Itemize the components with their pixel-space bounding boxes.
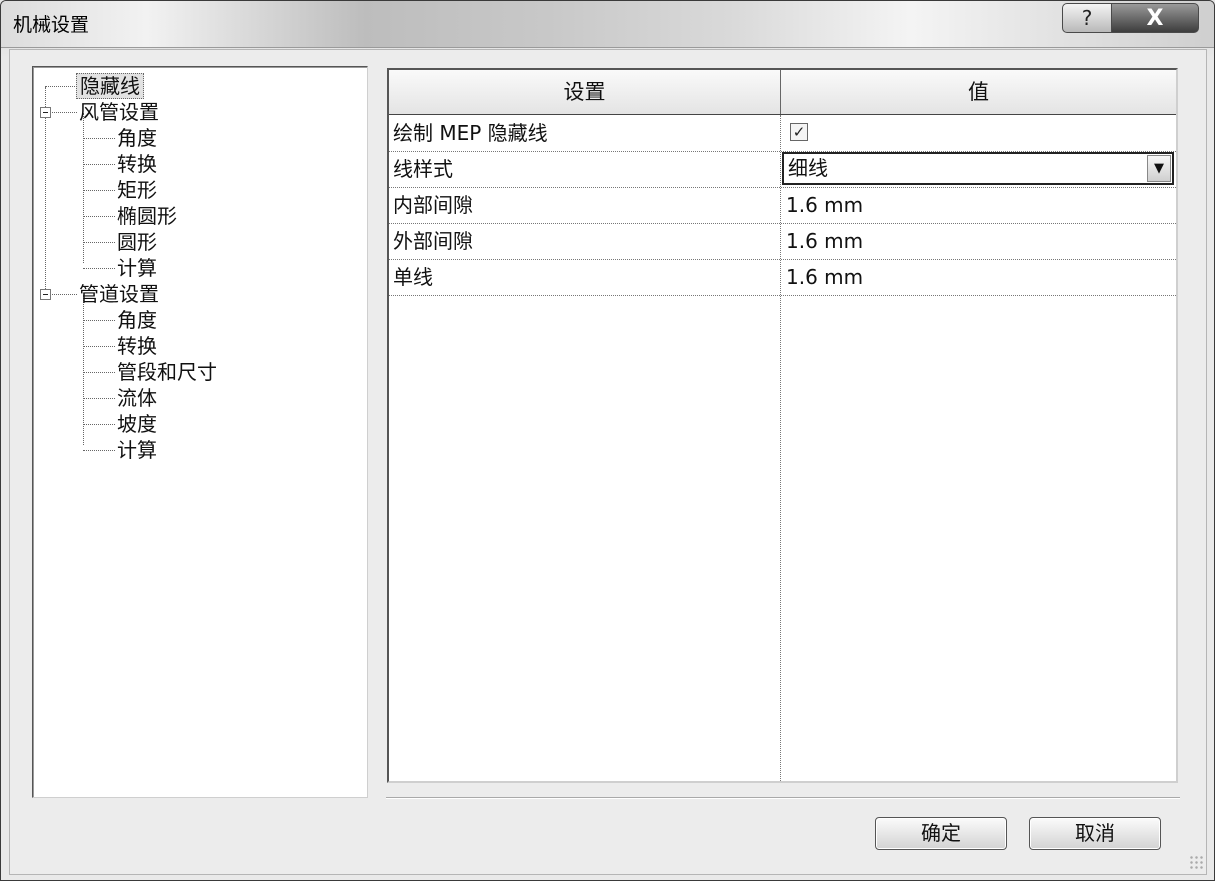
tree-item[interactable]: 椭圆形 [114, 203, 180, 229]
tree-item-label: 隐藏线 [76, 73, 144, 99]
tree-connector [83, 450, 115, 451]
tree-item[interactable]: 圆形 [114, 229, 160, 255]
settings-tree[interactable]: 隐藏线 风管设置 角度 转换 矩形 椭圆形 圆形 计算 管道设置 角度 转换 管段和尺寸 流体 坡度 计算 [32, 66, 368, 798]
tree-connector [83, 268, 115, 269]
collapse-icon[interactable] [40, 289, 51, 300]
tree-item-label: 流体 [117, 386, 157, 410]
tree-connector [83, 242, 115, 243]
line-style-value: 细线 [788, 156, 828, 180]
tree-item-label: 转换 [117, 152, 157, 176]
setting-value-cell[interactable]: 1.6 mm [786, 187, 863, 223]
tree-item-label: 风管设置 [79, 100, 159, 124]
help-button[interactable]: ? [1062, 3, 1112, 33]
cancel-button[interactable]: 取消 [1029, 817, 1161, 850]
table-row[interactable]: 绘制 MEP 隐藏线 ✓ [389, 115, 1176, 152]
close-icon: X [1146, 5, 1164, 31]
setting-name-cell: 内部间隙 [393, 193, 473, 217]
tree-connector [83, 138, 115, 139]
tree-item-label: 角度 [117, 308, 157, 332]
tree-item[interactable]: 流体 [114, 385, 160, 411]
setting-name-cell: 绘制 MEP 隐藏线 [393, 121, 548, 145]
grid-header: 设置 值 [389, 70, 1176, 115]
tree-item-label: 管道设置 [79, 282, 159, 306]
setting-name-cell: 外部间隙 [393, 229, 473, 253]
tree-connector [83, 346, 115, 347]
line-style-select[interactable]: 细线 ▼ [782, 152, 1174, 185]
tree-item[interactable]: 计算 [114, 255, 160, 281]
tree-item-label: 矩形 [117, 178, 157, 202]
checkmark-icon: ✓ [792, 123, 806, 141]
window-title: 机械设置 [13, 14, 90, 36]
minus-icon [43, 294, 48, 295]
tree-connector [45, 86, 77, 87]
tree-item-label: 圆形 [117, 230, 157, 254]
tree-item[interactable]: 计算 [114, 437, 160, 463]
minus-icon [43, 112, 48, 113]
tree-item[interactable]: 管道设置 [76, 281, 162, 307]
tree-item[interactable]: 隐藏线 [76, 73, 144, 99]
tree-connector [83, 164, 115, 165]
tree-item[interactable]: 风管设置 [76, 99, 162, 125]
tree-item-label: 坡度 [117, 412, 157, 436]
resize-grip-icon[interactable] [1189, 855, 1203, 869]
tree-connector [83, 320, 115, 321]
tree-connector [83, 295, 84, 445]
tree-item-label: 椭圆形 [117, 204, 177, 228]
tree-item[interactable]: 角度 [114, 125, 160, 151]
tree-item-label: 管段和尺寸 [117, 360, 217, 384]
tree-item-label: 转换 [117, 334, 157, 358]
tree-item-label: 计算 [117, 256, 157, 280]
tree-connector [83, 216, 115, 217]
ok-button[interactable]: 确定 [875, 817, 1007, 850]
tree-item[interactable]: 转换 [114, 333, 160, 359]
tree-connector [83, 424, 115, 425]
button-separator [386, 797, 1180, 799]
tree-item[interactable]: 管段和尺寸 [114, 359, 220, 385]
table-row[interactable]: 内部间隙 1.6 mm [389, 187, 1176, 224]
setting-value-cell[interactable]: 1.6 mm [786, 223, 863, 259]
setting-name-cell: 线样式 [393, 157, 453, 181]
collapse-icon[interactable] [40, 107, 51, 118]
column-header-setting[interactable]: 设置 [389, 70, 781, 114]
setting-value-cell[interactable]: 1.6 mm [786, 259, 863, 295]
tree-connector [83, 190, 115, 191]
column-header-value[interactable]: 值 [781, 70, 1176, 114]
chevron-down-icon[interactable]: ▼ [1147, 155, 1171, 182]
settings-grid: 设置 值 绘制 MEP 隐藏线 ✓ 线样式 细线 ▼ 内部间隙 1.6 mm 外部间隙 1.6 … [387, 68, 1178, 783]
close-button[interactable]: X [1111, 3, 1199, 33]
tree-connector [83, 372, 115, 373]
tree-connector [83, 398, 115, 399]
title-bar[interactable]: 机械设置 ? X [1, 1, 1214, 48]
help-icon: ? [1081, 6, 1093, 30]
tree-item[interactable]: 坡度 [114, 411, 160, 437]
table-row[interactable]: 线样式 细线 ▼ [389, 151, 1176, 188]
table-row[interactable]: 外部间隙 1.6 mm [389, 223, 1176, 260]
tree-item-label: 角度 [117, 126, 157, 150]
setting-name-cell: 单线 [393, 265, 433, 289]
table-row[interactable]: 单线 1.6 mm [389, 259, 1176, 296]
tree-item-label: 计算 [117, 438, 157, 462]
tree-item[interactable]: 转换 [114, 151, 160, 177]
tree-item[interactable]: 角度 [114, 307, 160, 333]
tree-connector [83, 113, 84, 263]
tree-item[interactable]: 矩形 [114, 177, 160, 203]
hidden-line-checkbox[interactable]: ✓ [790, 123, 808, 141]
